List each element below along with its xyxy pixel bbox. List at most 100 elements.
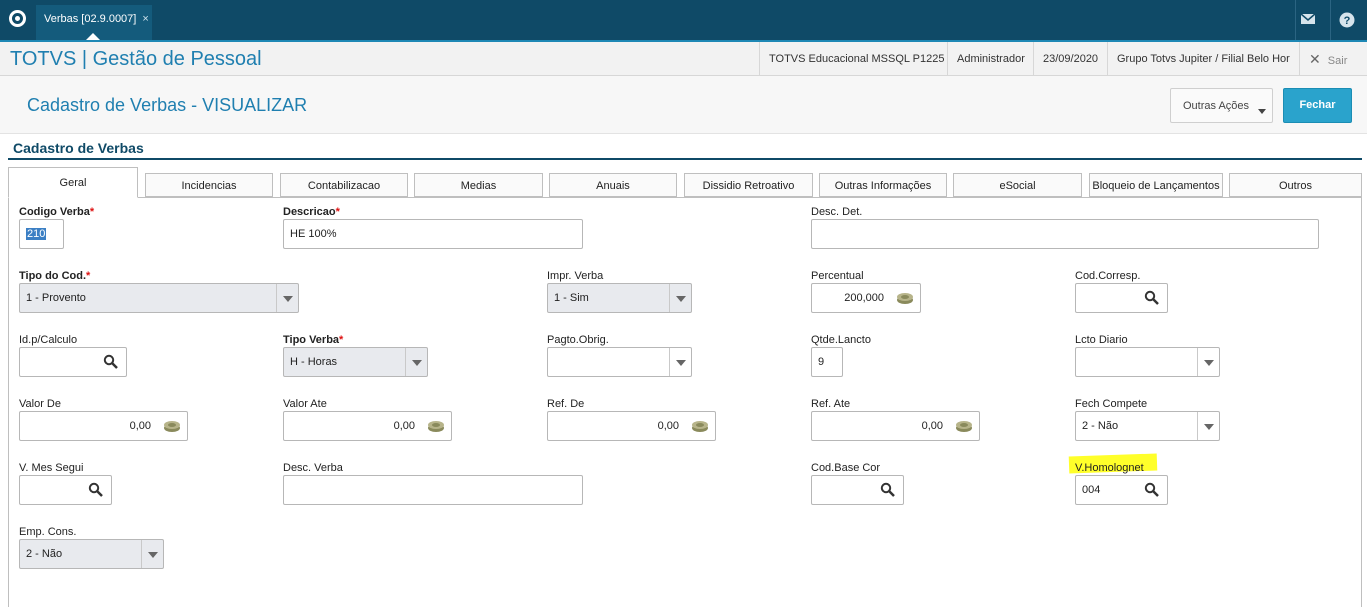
- valor-de-field[interactable]: 0,00: [19, 411, 188, 441]
- chevron-down-icon: [1197, 348, 1219, 376]
- app-header: TOTVS | Gestão de Pessoal TOTVS Educacio…: [0, 40, 1367, 76]
- tipo-cod-label: Tipo do Cod.*: [19, 270, 91, 282]
- valor-ate-label: Valor Ate: [283, 398, 327, 410]
- tab-outros[interactable]: Outros: [1229, 173, 1362, 197]
- search-icon[interactable]: [88, 482, 103, 497]
- outras-acoes-button[interactable]: Outras Ações: [1170, 88, 1273, 123]
- tab-bloqueio-lancamentos[interactable]: Bloqueio de Lançamentos: [1089, 173, 1223, 197]
- percentual-label: Percentual: [811, 270, 864, 282]
- qtde-lancto-field[interactable]: 9: [811, 347, 843, 377]
- fech-compete-label: Fech Compete: [1075, 398, 1148, 410]
- calculator-icon[interactable]: [896, 291, 914, 305]
- codigo-verba-field[interactable]: 210: [19, 219, 64, 249]
- chevron-down-icon: [141, 540, 163, 568]
- outras-acoes-label: Outras Ações: [1183, 100, 1250, 112]
- v-homolognet-label: V.Homolognet: [1075, 462, 1144, 474]
- chevron-down-icon: [1258, 109, 1266, 114]
- percentual-field[interactable]: 200,000: [811, 283, 921, 313]
- desc-det-field[interactable]: [811, 219, 1319, 249]
- desc-verba-label: Desc. Verba: [283, 462, 343, 474]
- page-title-bar: Cadastro de Verbas - VISUALIZAR Outras A…: [0, 76, 1367, 134]
- codigo-verba-value: 210: [26, 228, 47, 240]
- page-title: Cadastro de Verbas - VISUALIZAR: [27, 95, 308, 115]
- tipo-verba-select[interactable]: H - Horas: [283, 347, 428, 377]
- lcto-diario-label: Lcto Diario: [1075, 334, 1128, 346]
- divider: [1295, 0, 1296, 40]
- impr-verba-value: 1 - Sim: [554, 292, 589, 304]
- top-bar: Verbas [02.9.0007] × ?: [0, 0, 1367, 40]
- emp-cons-select[interactable]: 2 - Não: [19, 539, 164, 569]
- tab-incidencias[interactable]: Incidencias: [145, 173, 273, 197]
- fechar-button[interactable]: Fechar: [1283, 88, 1352, 123]
- chevron-down-icon: [405, 348, 427, 376]
- exit-label: Sair: [1327, 55, 1348, 67]
- qtde-lancto-label: Qtde.Lancto: [811, 334, 871, 346]
- exit-button[interactable]: ✕ Sair: [1299, 42, 1356, 76]
- ref-de-label: Ref. De: [547, 398, 585, 410]
- v-mes-segui-field[interactable]: [19, 475, 112, 505]
- mail-icon[interactable]: [1300, 12, 1316, 28]
- tab-medias[interactable]: Medias: [414, 173, 543, 197]
- desc-verba-field[interactable]: [283, 475, 583, 505]
- chevron-down-icon: [669, 348, 691, 376]
- chevron-down-icon: [669, 284, 691, 312]
- calculator-icon[interactable]: [163, 419, 181, 433]
- app-brand-title: TOTVS | Gestão de Pessoal: [10, 48, 262, 70]
- descricao-field[interactable]: HE 100%: [283, 219, 583, 249]
- search-icon[interactable]: [1144, 290, 1159, 305]
- v-homolognet-field[interactable]: 004: [1075, 475, 1168, 505]
- svg-text:?: ?: [1344, 15, 1351, 27]
- pagto-obrig-select[interactable]: [547, 347, 692, 377]
- calculator-icon[interactable]: [691, 419, 709, 433]
- cod-base-cor-field[interactable]: [811, 475, 904, 505]
- id-calculo-label: Id.p/Calculo: [19, 334, 78, 346]
- valor-ate-field[interactable]: 0,00: [283, 411, 452, 441]
- company-info: Grupo Totvs Jupiter / Filial Belo Hor: [1107, 42, 1299, 76]
- emp-cons-label: Emp. Cons.: [19, 526, 77, 538]
- impr-verba-select[interactable]: 1 - Sim: [547, 283, 692, 313]
- tab-esocial[interactable]: eSocial: [953, 173, 1082, 197]
- app-tab-verbas[interactable]: Verbas [02.9.0007] ×: [36, 5, 152, 40]
- v-homolognet-value: 004: [1082, 484, 1101, 496]
- tab-dissidio-retroativo[interactable]: Dissidio Retroativo: [684, 173, 813, 197]
- id-calculo-field[interactable]: [19, 347, 127, 377]
- tab-outras-informacoes[interactable]: Outras Informações: [819, 173, 947, 197]
- ref-ate-field[interactable]: 0,00: [811, 411, 980, 441]
- pagto-obrig-label: Pagto.Obrig.: [547, 334, 609, 346]
- ref-ate-label: Ref. Ate: [811, 398, 851, 410]
- tipo-cod-value: 1 - Provento: [26, 292, 86, 304]
- divider: [1330, 0, 1331, 40]
- impr-verba-label: Impr. Verba: [547, 270, 604, 282]
- valor-de-label: Valor De: [19, 398, 61, 410]
- cod-corresp-label: Cod.Corresp.: [1075, 270, 1141, 282]
- environment-info: TOTVS Educacional MSSQL P1225: [759, 42, 953, 76]
- ref-de-field[interactable]: 0,00: [547, 411, 716, 441]
- chevron-down-icon: [1197, 412, 1219, 440]
- emp-cons-value: 2 - Não: [26, 548, 63, 560]
- tipo-verba-value: H - Horas: [290, 356, 338, 368]
- user-info: Administrador: [947, 42, 1034, 76]
- search-icon[interactable]: [880, 482, 895, 497]
- cod-corresp-field[interactable]: [1075, 283, 1168, 313]
- tab-contabilizacao[interactable]: Contabilizacao: [280, 173, 408, 197]
- search-icon[interactable]: [1144, 482, 1159, 497]
- calculator-icon[interactable]: [427, 419, 445, 433]
- fech-compete-value: 2 - Não: [1082, 420, 1119, 432]
- totvs-logo-icon[interactable]: [9, 10, 26, 27]
- close-tab-icon[interactable]: ×: [142, 13, 148, 25]
- tab-geral[interactable]: Geral: [8, 167, 138, 198]
- search-icon[interactable]: [103, 354, 118, 369]
- codigo-verba-label: Codigo Verba*: [19, 206, 95, 218]
- tab-anuais[interactable]: Anuais: [549, 173, 677, 197]
- percentual-value: 200,000: [844, 292, 884, 304]
- descricao-label: Descricao*: [283, 206, 340, 218]
- lcto-diario-select[interactable]: [1075, 347, 1220, 377]
- section-divider: [8, 158, 1362, 160]
- v-mes-segui-label: V. Mes Segui: [19, 462, 84, 474]
- tipo-cod-select[interactable]: 1 - Provento: [19, 283, 299, 313]
- calculator-icon[interactable]: [955, 419, 973, 433]
- fech-compete-select[interactable]: 2 - Não: [1075, 411, 1220, 441]
- desc-det-label: Desc. Det.: [811, 206, 863, 218]
- help-icon[interactable]: ?: [1339, 12, 1355, 28]
- active-tab-caret: [86, 33, 100, 40]
